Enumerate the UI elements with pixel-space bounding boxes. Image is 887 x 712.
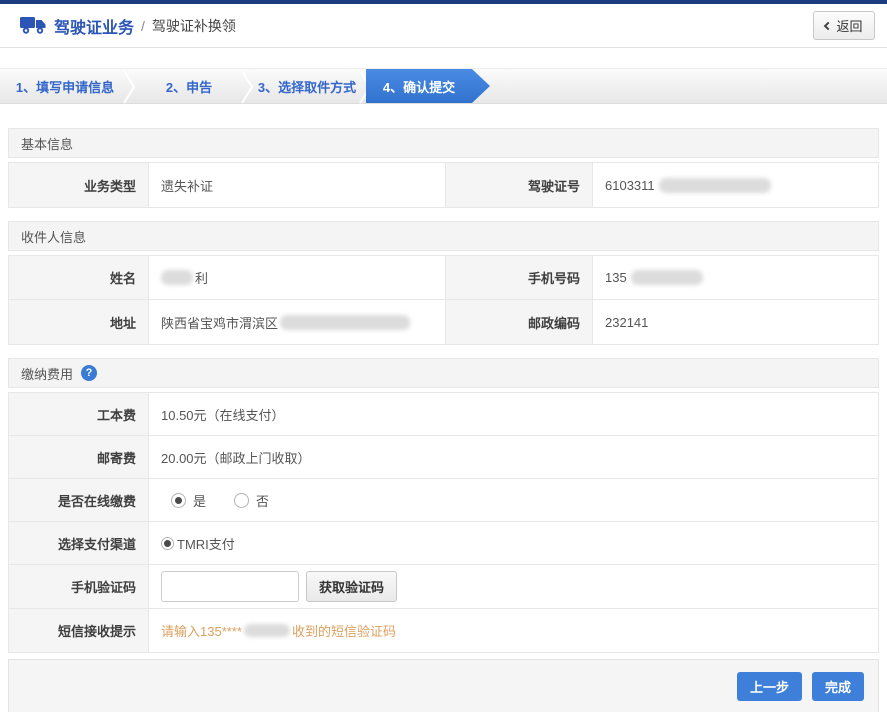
table-row: 选择支付渠道 TMRI支付: [9, 522, 878, 565]
table-row: 短信接收提示 请输入135**** 收到的短信验证码: [9, 609, 878, 652]
radio-tmri-label: TMRI支付: [177, 534, 235, 553]
name-label: 姓名: [9, 256, 149, 299]
online-pay-options: 是 否: [149, 479, 878, 521]
help-icon[interactable]: ?: [81, 365, 97, 381]
step-tab-3[interactable]: 3、选择取件方式: [248, 69, 366, 103]
main-content: 基本信息 业务类型 遗失补证 驾驶证号 6103311 收件人信息 姓名: [8, 128, 879, 712]
table-row: 地址 陕西省宝鸡市渭滨区 邮政编码 232141: [9, 300, 878, 344]
breadcrumb-separator: /: [141, 18, 145, 34]
name-value: 利: [149, 256, 446, 299]
table-row: 是否在线缴费 是 否: [9, 479, 878, 522]
get-captcha-button[interactable]: 获取验证码: [306, 571, 397, 602]
redacted-blur: [161, 270, 193, 285]
section-header-recipient-info: 收件人信息: [8, 221, 879, 251]
radio-no-label: 否: [256, 491, 269, 510]
table-row: 工本费 10.50元（在线支付）: [9, 393, 878, 436]
table-row: 邮寄费 20.00元（邮政上门收取）: [9, 436, 878, 479]
section-title-basic: 基本信息: [21, 134, 73, 153]
payment-channel-label: 选择支付渠道: [9, 522, 149, 564]
online-pay-label: 是否在线缴费: [9, 479, 149, 521]
basic-info-table: 业务类型 遗失补证 驾驶证号 6103311: [8, 162, 879, 208]
license-no-label: 驾驶证号: [446, 163, 593, 207]
license-no-value: 6103311: [593, 163, 878, 207]
sms-tip-value: 请输入135**** 收到的短信验证码: [149, 609, 878, 652]
radio-no[interactable]: [234, 493, 249, 508]
captcha-input[interactable]: [161, 571, 299, 602]
step-tab-1-label: 1、填写申请信息: [16, 77, 114, 96]
step-wizard: 1、填写申请信息 2、申告 3、选择取件方式 4、确认提交: [0, 68, 887, 104]
business-type-value: 遗失补证: [149, 163, 446, 207]
page: 驾驶证业务 / 驾驶证补换领 返回 1、填写申请信息 2、申告 3、选择取件方式: [0, 0, 887, 712]
header: 驾驶证业务 / 驾驶证补换领 返回: [0, 4, 887, 48]
production-fee-label: 工本费: [9, 393, 149, 435]
breadcrumb: 驾驶证业务 / 驾驶证补换领: [20, 14, 236, 38]
radio-option-tmri: TMRI支付: [161, 534, 235, 553]
section-title-fees: 缴纳费用: [21, 364, 73, 383]
mobile-value: 135: [593, 256, 878, 299]
table-row: 业务类型 遗失补证 驾驶证号 6103311: [9, 163, 878, 207]
radio-option-yes: 是: [171, 491, 206, 510]
redacted-blur: [659, 178, 771, 193]
sms-tip-label: 短信接收提示: [9, 609, 149, 652]
captcha-label: 手机验证码: [9, 565, 149, 608]
action-bar: 上一步 完成: [8, 659, 879, 712]
redacted-blur: [631, 270, 703, 285]
mailing-fee-label: 邮寄费: [9, 436, 149, 478]
business-type-label: 业务类型: [9, 163, 149, 207]
radio-yes[interactable]: [171, 493, 186, 508]
radio-option-no: 否: [234, 491, 269, 510]
address-value: 陕西省宝鸡市渭滨区: [149, 300, 446, 344]
postcode-label: 邮政编码: [446, 300, 593, 344]
section-header-fees: 缴纳费用 ?: [8, 358, 879, 388]
table-row: 姓名 利 手机号码 135: [9, 256, 878, 300]
page-title: 驾驶证业务: [54, 14, 134, 38]
step-tab-4-label: 4、确认提交: [383, 77, 455, 96]
finish-button[interactable]: 完成: [812, 672, 864, 701]
radio-tmri[interactable]: [161, 537, 174, 550]
payment-channel-options: TMRI支付: [149, 522, 878, 564]
mobile-label: 手机号码: [446, 256, 593, 299]
address-label: 地址: [9, 300, 149, 344]
section-header-basic-info: 基本信息: [8, 128, 879, 158]
radio-yes-label: 是: [193, 491, 206, 510]
table-row: 手机验证码 获取验证码: [9, 565, 878, 609]
postcode-value: 232141: [593, 300, 878, 344]
recipient-info-table: 姓名 利 手机号码 135 地址 陕西省宝鸡市渭滨区 邮政编码: [8, 255, 879, 345]
step-tab-2[interactable]: 2、申告: [130, 69, 248, 103]
step-tab-1[interactable]: 1、填写申请信息: [0, 69, 130, 103]
fees-table: 工本费 10.50元（在线支付） 邮寄费 20.00元（邮政上门收取） 是否在线…: [8, 392, 879, 653]
mailing-fee-value: 20.00元（邮政上门收取）: [149, 436, 878, 478]
step-tab-4-active[interactable]: 4、确认提交: [366, 69, 490, 103]
page-subtitle: 驾驶证补换领: [152, 16, 236, 36]
previous-step-button[interactable]: 上一步: [737, 672, 802, 701]
redacted-blur: [244, 624, 290, 637]
truck-icon: [20, 16, 47, 35]
production-fee-value: 10.50元（在线支付）: [149, 393, 878, 435]
captcha-controls: 获取验证码: [149, 565, 878, 608]
back-button-label: 返回: [836, 16, 862, 35]
chevron-left-icon: [824, 21, 832, 29]
step-tab-3-label: 3、选择取件方式: [258, 77, 356, 96]
back-button[interactable]: 返回: [813, 11, 875, 40]
section-title-recipient: 收件人信息: [21, 227, 86, 246]
redacted-blur: [280, 315, 410, 330]
step-tab-2-label: 2、申告: [166, 77, 212, 96]
